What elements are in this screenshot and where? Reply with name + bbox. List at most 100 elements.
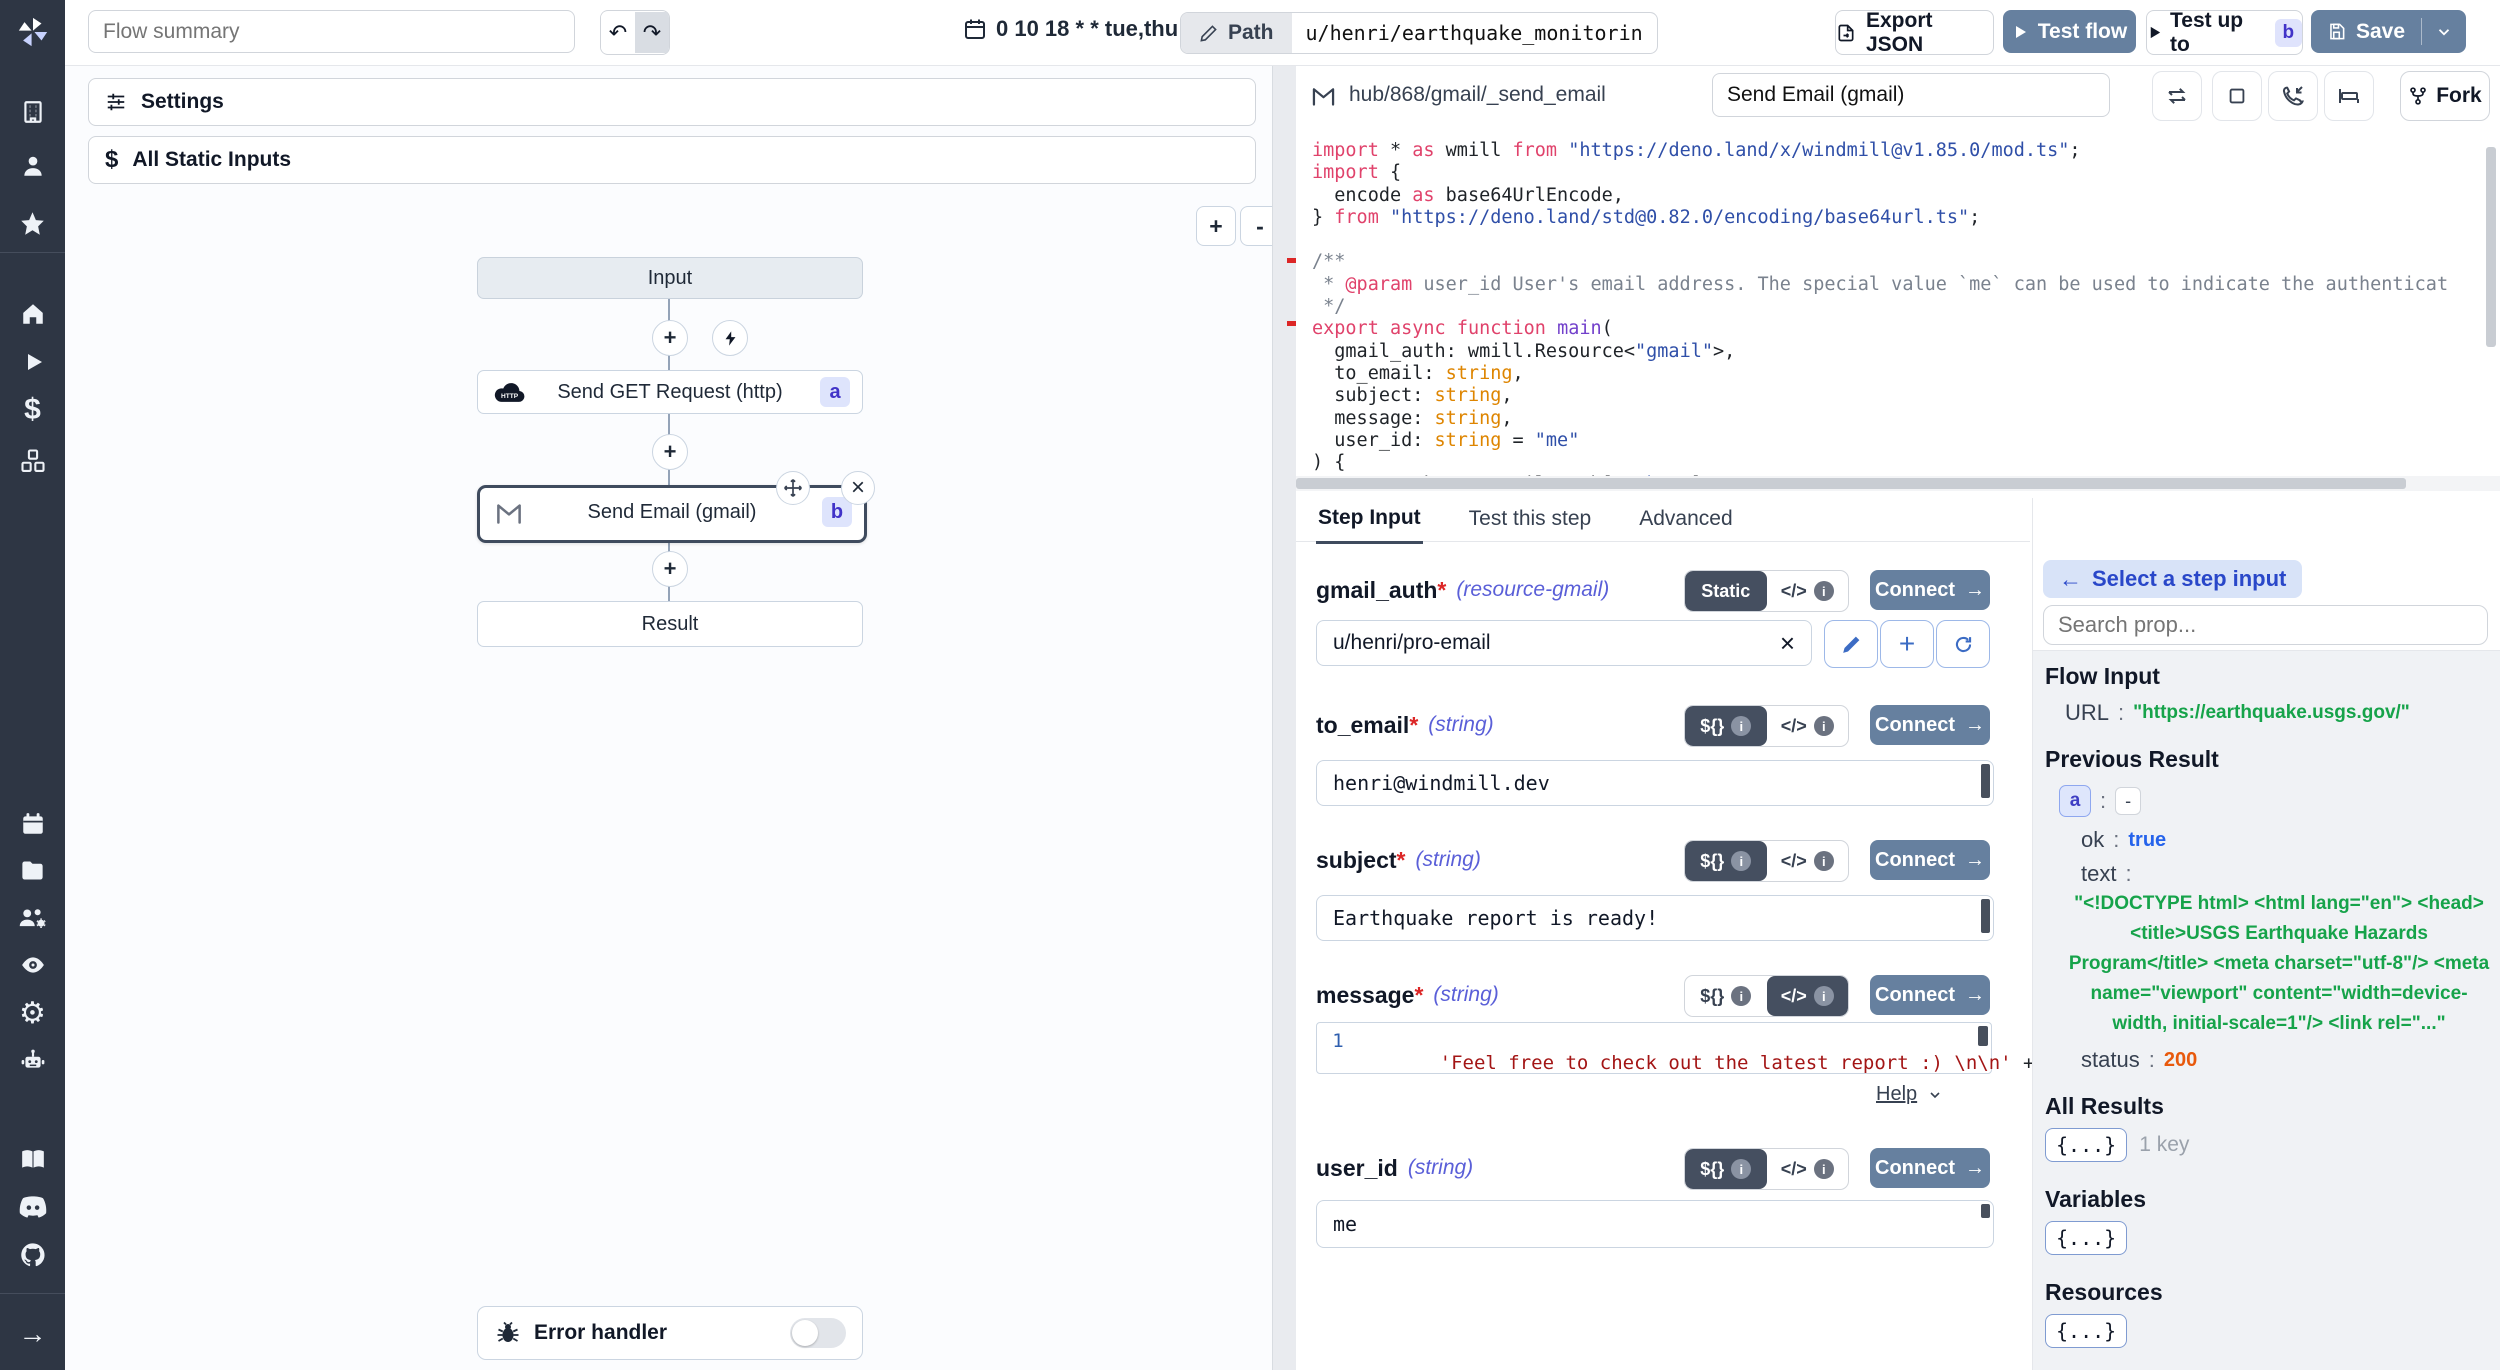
undo-icon[interactable]: ↶ xyxy=(601,12,635,53)
mode-template[interactable]: ${}i xyxy=(1685,1149,1767,1189)
box-isolate-icon[interactable] xyxy=(2212,71,2262,121)
mode-javascript[interactable]: </>i xyxy=(1767,571,1849,611)
trigger-bolt-button[interactable] xyxy=(712,320,748,356)
clear-resource-icon[interactable]: × xyxy=(1780,628,1795,659)
all-results-title: All Results xyxy=(2045,1093,2500,1120)
flow-node-input[interactable]: Input xyxy=(477,257,863,299)
all-static-inputs-row[interactable]: $ All Static Inputs xyxy=(88,136,1256,184)
workspace-icon[interactable] xyxy=(0,96,65,128)
code-editor[interactable]: import * as wmill from "https://deno.lan… xyxy=(1296,135,2500,491)
settings-gear-icon[interactable]: ⚙ xyxy=(0,996,65,1030)
flow-node-result[interactable]: Result xyxy=(477,601,863,647)
connect-button[interactable]: Connect→ xyxy=(1870,570,1990,610)
flow-path-value[interactable]: u/henri/earthquake_monitorin xyxy=(1292,21,1657,45)
variables-object-button[interactable]: {...} xyxy=(2045,1221,2127,1255)
flow-settings-row[interactable]: Settings xyxy=(88,78,1256,126)
add-step-button[interactable]: + xyxy=(652,551,688,587)
prop-text-value[interactable]: "<!DOCTYPE html> <html lang="en"> <head>… xyxy=(2065,889,2493,1039)
step-summary-input[interactable] xyxy=(1712,73,2110,117)
code-hscrollbar-track[interactable] xyxy=(1296,476,2500,491)
connect-button[interactable]: Connect→ xyxy=(1870,975,1990,1015)
search-prop-input[interactable] xyxy=(2043,605,2488,645)
hub-script-link[interactable]: hub/868/gmail/_send_email xyxy=(1310,83,1606,107)
phone-incoming-icon[interactable] xyxy=(2268,71,2318,121)
user-icon[interactable] xyxy=(0,150,65,182)
redo-icon[interactable]: ↷ xyxy=(635,12,669,53)
prop-ok-key[interactable]: ok xyxy=(2081,827,2104,853)
fork-button[interactable]: Fork xyxy=(2400,71,2490,121)
folders-icon[interactable] xyxy=(0,854,65,886)
runs-icon[interactable] xyxy=(0,346,65,378)
prop-ok-value[interactable]: true xyxy=(2128,829,2166,852)
prop-url-value[interactable]: "https://earthquake.usgs.gov/" xyxy=(2133,702,2410,724)
mode-template[interactable]: ${}i xyxy=(1685,841,1767,881)
test-up-to-button[interactable]: Test up to b xyxy=(2146,10,2303,55)
prop-status-key[interactable]: status xyxy=(2081,1047,2140,1073)
zoom-in-button[interactable]: + xyxy=(1196,206,1236,246)
field-label-to-email: to_email* (string) xyxy=(1316,705,1494,745)
message-code-editor[interactable]: 1 'Feel free to check out the latest rep… xyxy=(1316,1022,1992,1074)
star-icon[interactable] xyxy=(0,207,65,239)
mode-template[interactable]: ${}i xyxy=(1685,706,1767,746)
github-icon[interactable] xyxy=(0,1239,65,1271)
prop-text-key[interactable]: text xyxy=(2081,861,2116,887)
add-step-button[interactable]: + xyxy=(652,320,688,356)
add-resource-button[interactable]: + xyxy=(1880,620,1934,668)
schedule-summary[interactable]: 0 10 18 * * tue,thu xyxy=(963,16,1178,42)
collapse-arrow-icon[interactable]: → xyxy=(0,1318,65,1350)
error-handler-toggle[interactable] xyxy=(790,1318,846,1348)
edit-path-button[interactable]: Path xyxy=(1181,13,1292,53)
export-json-button[interactable]: Export JSON xyxy=(1835,10,1994,55)
user-id-input[interactable]: me xyxy=(1316,1200,1994,1248)
code-hscrollbar-thumb[interactable] xyxy=(1296,478,2406,489)
to-email-input[interactable]: henri@windmill.dev xyxy=(1316,760,1994,806)
mode-static[interactable]: Static xyxy=(1685,571,1767,611)
save-button[interactable]: Save xyxy=(2311,20,2421,44)
resources-object-button[interactable]: {...} xyxy=(2045,1314,2127,1348)
resource-picker-input[interactable]: u/henri/pro-email × xyxy=(1316,620,1812,666)
connect-button[interactable]: Connect→ xyxy=(1870,840,1990,880)
reload-sync-icon[interactable] xyxy=(2152,71,2202,121)
panel-splitter[interactable] xyxy=(1272,65,1298,1370)
delete-step-icon[interactable]: × xyxy=(841,471,875,505)
mode-template[interactable]: ${}i xyxy=(1685,976,1767,1016)
error-handler-node[interactable]: Error handler xyxy=(477,1306,863,1360)
resources-icon[interactable] xyxy=(0,444,65,478)
select-step-input-button[interactable]: ← Select a step input xyxy=(2043,560,2302,598)
bed-diff-icon[interactable] xyxy=(2324,71,2374,121)
home-icon[interactable] xyxy=(0,298,65,330)
prop-status-value[interactable]: 200 xyxy=(2164,1049,2197,1072)
mode-javascript[interactable]: </>i xyxy=(1767,841,1849,881)
connect-button[interactable]: Connect→ xyxy=(1870,1148,1990,1188)
docs-book-icon[interactable] xyxy=(0,1143,65,1175)
help-link[interactable]: Help xyxy=(1876,1083,1943,1106)
flow-summary-input[interactable] xyxy=(88,10,575,53)
save-dropdown-chevron[interactable] xyxy=(2422,23,2466,41)
variables-icon[interactable]: $ xyxy=(0,393,65,427)
code-vscrollbar[interactable] xyxy=(2486,147,2496,347)
tab-advanced[interactable]: Advanced xyxy=(1637,497,1734,542)
step-a-result-badge[interactable]: a xyxy=(2059,785,2091,817)
groups-icon[interactable] xyxy=(0,902,65,934)
move-step-icon[interactable] xyxy=(776,471,810,505)
robot-icon[interactable] xyxy=(0,1044,65,1076)
prop-url-key[interactable]: URL xyxy=(2065,700,2109,726)
test-flow-button[interactable]: Test flow xyxy=(2003,10,2136,53)
discord-icon[interactable] xyxy=(0,1191,65,1223)
schedules-icon[interactable] xyxy=(0,808,65,840)
tab-step-input[interactable]: Step Input xyxy=(1316,496,1423,544)
audit-eye-icon[interactable] xyxy=(0,949,65,981)
windmill-logo[interactable] xyxy=(0,12,65,52)
subject-input[interactable]: Earthquake report is ready! xyxy=(1316,895,1994,941)
refresh-resource-button[interactable] xyxy=(1936,620,1990,668)
edit-resource-button[interactable] xyxy=(1824,620,1878,668)
add-step-button[interactable]: + xyxy=(652,434,688,470)
flow-node-get-request[interactable]: HTTP Send GET Request (http) a xyxy=(477,370,863,414)
all-results-object-button[interactable]: {...} xyxy=(2045,1128,2127,1162)
mode-javascript[interactable]: </>i xyxy=(1767,706,1849,746)
tab-test-this-step[interactable]: Test this step xyxy=(1467,497,1594,542)
mode-javascript[interactable]: </>i xyxy=(1767,1149,1849,1189)
connect-button[interactable]: Connect→ xyxy=(1870,705,1990,745)
mode-javascript[interactable]: </>i xyxy=(1767,976,1849,1016)
collapse-node-button[interactable]: - xyxy=(2115,787,2141,815)
